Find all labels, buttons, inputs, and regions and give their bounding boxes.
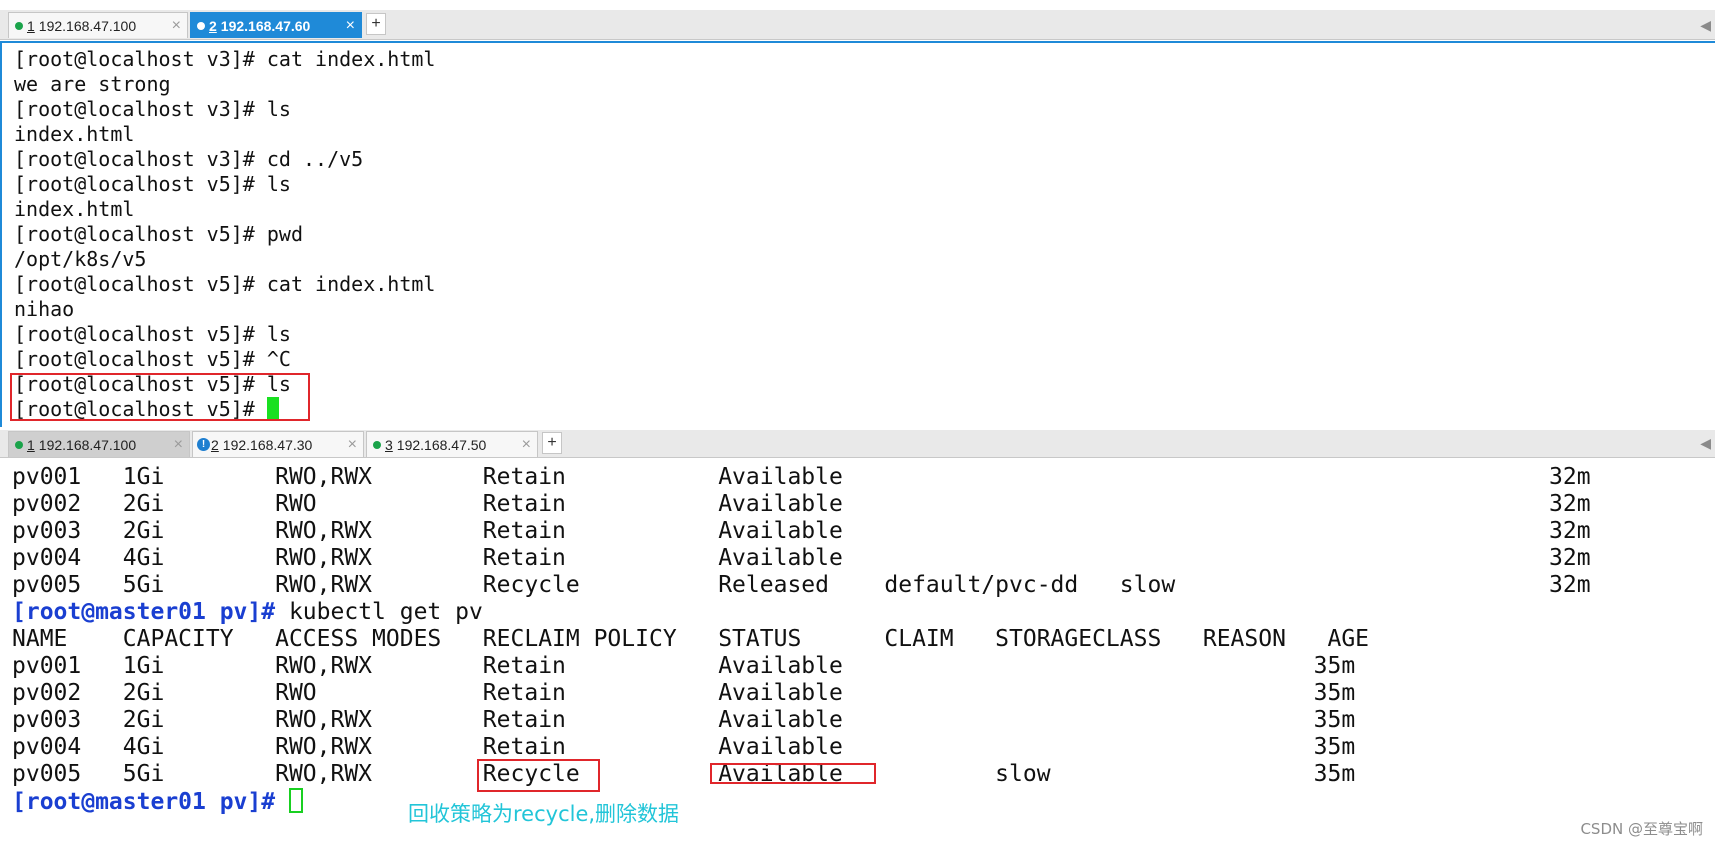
table-row: pv002 2Gi RWO Retain Available 35m [12,680,1356,706]
terminal-line: pv005 5Gi RWO,RWX Recycle Released defau… [12,572,1591,598]
terminal-prompt-line: [root@master01 pv]# [12,788,303,815]
terminal-line: [root@localhost v5]# ^C [14,347,291,371]
connected-status-icon [15,22,23,30]
watermark: CSDN @至尊宝啊 [1580,820,1703,838]
tab-session-3[interactable]: 3 192.168.47.50 × [366,431,538,457]
terminal-bottom[interactable]: pv001 1Gi RWO,RWX Retain Available 32m p… [0,459,1715,847]
terminal-cursor [288,788,303,813]
close-tab-icon[interactable]: × [348,432,357,458]
tab-session-2[interactable]: 2 192.168.47.60 × [190,12,362,38]
terminal-line: pv003 2Gi RWO,RWX Retain Available 32m [12,518,1591,544]
table-row: pv003 2Gi RWO,RWX Retain Available 35m [12,707,1356,733]
table-row: pv004 4Gi RWO,RWX Retain Available 35m [12,734,1356,760]
terminal-line: index.html [14,197,135,221]
tab-session-1[interactable]: 1 192.168.47.100 × [8,12,188,38]
tab-session-1[interactable]: 1 192.168.47.100 × [8,431,190,457]
close-tab-icon[interactable]: × [346,13,355,39]
terminal-line: [root@localhost v5]# cat index.html [14,272,436,296]
terminal-command-line: [root@master01 pv]# kubectl get pv [12,599,483,625]
terminal-line: /opt/k8s/v5 [14,247,147,271]
highlight-box-recycle [477,759,600,792]
warning-icon: ! [197,438,210,451]
bottom-tab-bar: 1 192.168.47.100 × ! 2 192.168.47.30 × 3 19… [0,430,1715,458]
highlight-box [10,373,310,421]
terminal-line: we are strong [14,72,171,96]
tab-session-2[interactable]: ! 2 192.168.47.30 × [192,431,364,457]
terminal-line: pv001 1Gi RWO,RWX Retain Available 32m [12,464,1591,490]
terminal-line: pv004 4Gi RWO,RWX Retain Available 32m [12,545,1591,571]
terminal-line: [root@localhost v3]# ls [14,97,291,121]
table-header-line: NAME CAPACITY ACCESS MODES RECLAIM POLIC… [12,626,1370,652]
terminal-line: [root@localhost v3]# cd ../v5 [14,147,364,171]
terminal-line: [root@localhost v5]# ls [14,322,291,346]
terminal-line: [root@localhost v3]# cat index.html [14,47,436,71]
connected-status-icon [15,441,23,449]
annotation-text: 回收策略为recycle,删除数据 [408,802,680,826]
terminal-top[interactable]: [root@localhost v3]# cat index.html we a… [0,41,1715,427]
connected-status-icon [197,22,205,30]
new-tab-button[interactable]: + [542,432,562,454]
new-tab-button[interactable]: + [366,13,386,35]
terminal-line: nihao [14,297,75,321]
table-row: pv005 5Gi RWO,RWX Recycle Available slow… [12,761,1356,787]
close-tab-icon[interactable]: × [522,432,531,458]
top-tab-bar: 1 192.168.47.100 × 2 192.168.47.60 × + ◀ [0,10,1715,40]
scroll-tabs-icon[interactable]: ◀ [1700,435,1711,452]
scroll-tabs-icon[interactable]: ◀ [1700,17,1711,34]
terminal-line: [root@localhost v5]# pwd [14,222,303,246]
close-tab-icon[interactable]: × [172,13,181,39]
close-tab-icon[interactable]: × [174,432,183,458]
connected-status-icon [373,441,381,449]
highlight-box-available [710,763,876,784]
shell-prompt: [root@master01 pv]# [12,789,276,815]
terminal-line: [root@localhost v5]# ls [14,172,291,196]
shell-prompt: [root@master01 pv]# [12,599,276,625]
terminal-line: index.html [14,122,135,146]
terminal-line: pv002 2Gi RWO Retain Available 32m [12,491,1591,517]
table-row: pv001 1Gi RWO,RWX Retain Available 35m [12,653,1356,679]
